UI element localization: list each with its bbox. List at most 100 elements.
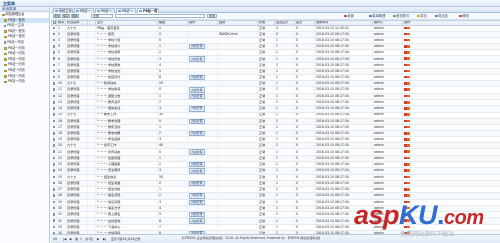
row-checkbox[interactable] [52,125,56,129]
row-checkbox[interactable] [52,82,56,85]
edit-icon[interactable] [404,150,407,154]
row-checkbox[interactable] [52,181,56,185]
delete-icon[interactable] [407,138,410,141]
delete-icon[interactable] [407,94,410,98]
toolbar-action[interactable]: 设置 [344,14,354,18]
delete-icon[interactable] [407,119,410,123]
row-checkbox[interactable] [52,57,56,60]
edit-icon[interactable] [404,181,407,185]
delete-icon[interactable] [407,44,410,48]
row-checkbox[interactable] [52,225,56,229]
page-size-select[interactable]: 20 [53,237,57,241]
search-select[interactable]: 全部 [91,14,113,19]
row-checkbox[interactable] [52,44,56,48]
row-checkbox[interactable] [52,144,56,147]
edit-icon[interactable] [404,63,407,67]
delete-icon[interactable] [407,38,410,42]
content-manage-button[interactable]: 内容管理 [189,199,205,205]
delete-icon[interactable] [407,69,410,73]
delete-icon[interactable] [407,100,410,104]
row-checkbox[interactable] [52,200,56,204]
row-checkbox[interactable] [52,94,56,98]
row-checkbox[interactable] [52,69,56,73]
toolbar-action[interactable]: 首页样式 [393,14,409,18]
content-manage-button[interactable]: 内容管理 [189,118,205,124]
edit-icon[interactable] [404,51,407,54]
row-checkbox[interactable] [52,213,56,216]
row-checkbox[interactable] [52,138,56,141]
delete-icon[interactable] [407,194,410,197]
content-manage-button[interactable]: 内容管理 [189,131,205,136]
delete-icon[interactable] [407,156,410,160]
edit-icon[interactable] [404,57,407,60]
delete-icon[interactable] [407,107,410,110]
row-checkbox[interactable] [52,75,56,79]
edit-icon[interactable] [404,26,407,30]
edit-icon[interactable] [404,162,407,166]
row-checkbox[interactable] [52,26,56,30]
delete-icon[interactable] [407,57,410,60]
edit-icon[interactable] [404,119,407,123]
edit-icon[interactable] [404,38,407,42]
row-checkbox[interactable] [52,32,56,36]
row-checkbox[interactable] [52,194,56,197]
row-checkbox[interactable] [52,150,56,154]
content-manage-button[interactable]: 内容管理 [189,74,205,80]
search-input[interactable] [115,14,205,19]
delete-icon[interactable] [407,169,410,172]
toolbar-action[interactable]: 菜单管理 [369,14,385,18]
delete-icon[interactable] [407,187,410,191]
row-checkbox[interactable] [52,63,56,67]
edit-icon[interactable] [404,113,407,116]
add-button[interactable]: 添加 [53,14,61,19]
delete-icon[interactable] [407,132,410,135]
save-button[interactable]: 保存 [62,14,70,19]
edit-icon[interactable] [404,132,407,135]
delete-icon[interactable] [407,75,410,79]
delete-icon[interactable] [407,144,410,147]
row-checkbox[interactable] [52,51,56,54]
row-checkbox[interactable] [52,119,56,123]
last-page-icon[interactable]: ▶| [103,237,106,241]
delete-icon[interactable] [407,51,410,54]
edit-icon[interactable] [404,138,407,141]
row-checkbox[interactable] [52,132,56,135]
delete-icon[interactable] [407,162,410,166]
select-all-checkbox[interactable] [53,21,56,24]
content-manage-button[interactable]: 内容管理 [189,149,205,155]
content-manage-button[interactable]: 内容管理 [189,87,205,93]
next-page-icon[interactable]: ▶ [97,237,99,241]
content-manage-button[interactable]: 内容管理 [189,93,205,99]
row-checkbox[interactable] [52,187,56,191]
delete-icon[interactable] [407,26,410,30]
delete-icon[interactable] [407,150,410,154]
content-manage-button[interactable]: 内容管理 [189,193,205,199]
query-button[interactable]: 查询 [207,14,217,19]
row-checkbox[interactable] [52,107,56,110]
edit-icon[interactable] [404,156,407,160]
edit-icon[interactable] [404,125,407,129]
edit-icon[interactable] [404,69,407,73]
edit-icon[interactable] [404,107,407,110]
toolbar-action[interactable]: 导出 [417,14,427,18]
edit-icon[interactable] [404,169,407,172]
content-manage-button[interactable]: 内容管理 [189,43,205,49]
edit-icon[interactable] [404,100,407,104]
content-manage-button[interactable]: 内容管理 [189,212,205,217]
prev-page-icon[interactable]: ◀ [69,237,71,241]
toolbar-action[interactable]: 修改 [459,14,469,18]
edit-icon[interactable] [404,175,407,179]
refresh-button[interactable]: 刷新 [71,14,79,19]
content-manage-button[interactable]: 内容管理 [189,218,205,224]
page-input[interactable]: 1 [80,237,82,241]
row-checkbox[interactable] [52,175,56,179]
edit-icon[interactable] [404,44,407,48]
row-checkbox[interactable] [52,88,56,91]
delete-icon[interactable] [407,88,410,91]
row-checkbox[interactable] [52,100,56,104]
edit-icon[interactable] [404,88,407,91]
edit-icon[interactable] [404,194,407,197]
delete-icon[interactable] [407,181,410,185]
toolbar-action[interactable]: 导出至 [435,14,448,18]
delete-icon[interactable] [407,32,410,36]
